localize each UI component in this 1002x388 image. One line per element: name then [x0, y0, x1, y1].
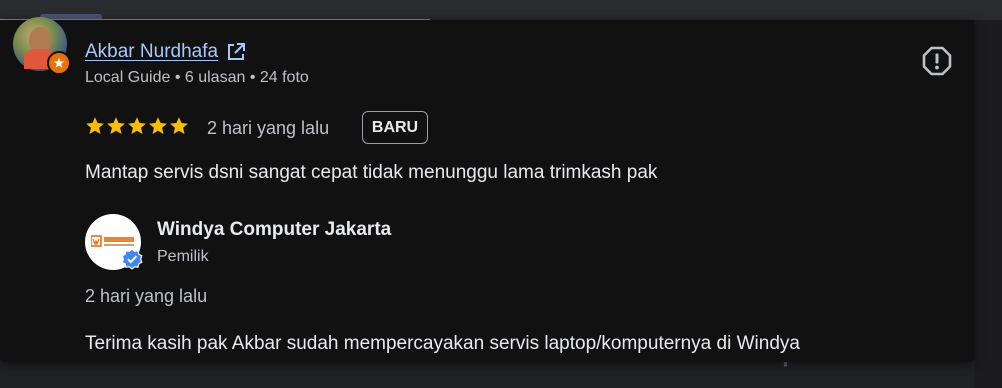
background-top-bar	[0, 0, 1002, 20]
reviewer-meta: Local Guide • 6 ulasan • 24 foto	[85, 69, 309, 86]
reply-text: Terima kasih pak Akbar sudah mempercayak…	[85, 333, 800, 354]
reply-date: 2 hari yang lalu	[85, 286, 208, 306]
star-icon	[170, 117, 188, 134]
reviewer-name: Akbar Nurdhafa	[85, 41, 219, 62]
review-text: Mantap servis dsni sangat cepat tidak me…	[85, 162, 658, 183]
owner-logo[interactable]	[85, 214, 143, 270]
verified-check-icon	[121, 248, 143, 270]
star-icon	[86, 117, 104, 134]
report-icon[interactable]	[921, 45, 953, 77]
star-icon	[107, 117, 125, 134]
reviewer-avatar[interactable]	[13, 17, 71, 75]
review-date: 2 hari yang lalu	[207, 118, 330, 138]
panel-gutter	[974, 20, 1002, 388]
maps-review-view: Telepon: 0812-8893-893 Akbar Nurdhafa Lo…	[0, 0, 1002, 388]
star-icon	[128, 117, 146, 134]
star-rating	[85, 116, 189, 136]
owner-name: Windya Computer Jakarta	[157, 219, 392, 240]
external-link-icon	[228, 43, 246, 60]
local-guide-icon	[47, 51, 71, 75]
reviewer-name-link[interactable]: Akbar Nurdhafa	[85, 41, 246, 63]
owner-role: Pemilik	[157, 248, 209, 265]
new-badge: BARU	[362, 111, 428, 144]
star-icon	[149, 117, 167, 134]
